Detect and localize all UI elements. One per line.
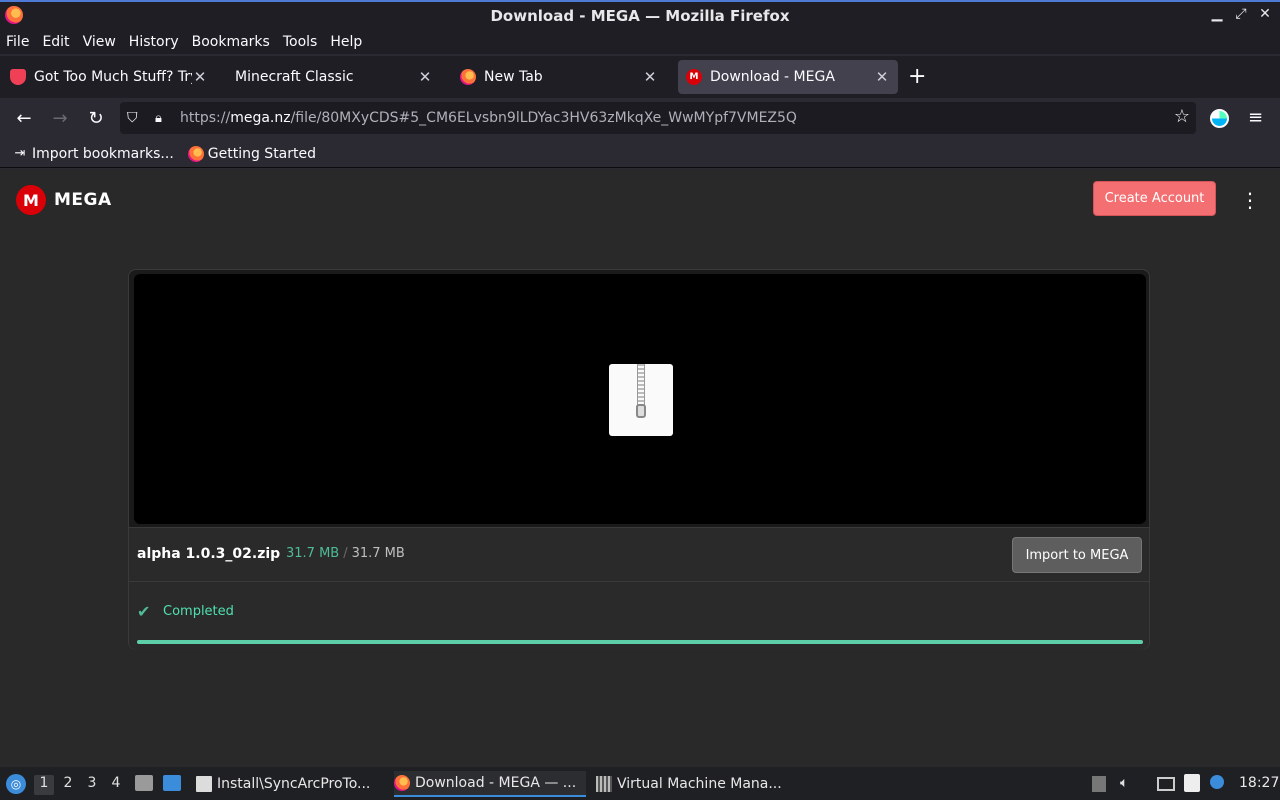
workspace-4[interactable]: 4 <box>106 775 126 795</box>
menu-bookmarks[interactable]: Bookmarks <box>192 34 270 50</box>
url-bar[interactable]: ⛉ 🔒︎ https://mega.nz/file/80MXyCDS#5_CM6… <box>120 102 1196 134</box>
close-icon[interactable]: ✕ <box>1258 6 1272 22</box>
mega-logo-icon: M <box>16 185 46 215</box>
progress-fill <box>137 640 1143 644</box>
desktop-icon[interactable] <box>163 775 181 791</box>
tray-app-icon[interactable] <box>1092 776 1106 792</box>
tab-pocket[interactable]: Got Too Much Stuff? Try T ✕ <box>2 60 216 94</box>
mega-page: M MEGA Create Account ⋮ alpha 1.0.3_02.z… <box>0 169 1280 767</box>
menu-file[interactable]: File <box>6 34 29 50</box>
more-options-icon[interactable]: ⋮ <box>1240 189 1260 211</box>
tab-label: Minecraft Classic <box>235 69 354 85</box>
bookmark-getting-started[interactable]: Getting Started <box>187 145 317 162</box>
check-icon: ✔ <box>137 602 151 621</box>
volume-icon[interactable]: 🔈︎ <box>1120 775 1128 791</box>
file-size: 31.7 MB/31.7 MB <box>286 546 405 561</box>
hamburger-menu-icon[interactable]: ≡ <box>1248 107 1263 128</box>
import-icon: ⇥ <box>14 145 26 161</box>
total-size: 31.7 MB <box>351 546 405 561</box>
size-separator: / <box>343 546 348 561</box>
task-virtual-machine-manager[interactable]: Virtual Machine Mana... <box>596 771 786 797</box>
tab-close-icon[interactable]: ✕ <box>642 68 658 86</box>
vm-manager-icon <box>596 776 612 792</box>
clipboard-icon[interactable] <box>1184 774 1200 792</box>
tab-label: New Tab <box>484 69 543 85</box>
downloaded-size: 31.7 MB <box>286 546 340 561</box>
clock: 18:27 <box>1239 775 1280 791</box>
task-install-document[interactable]: Install\SyncArcProTo... <box>196 771 382 797</box>
menu-bar: File Edit View History Bookmarks Tools H… <box>0 30 1280 54</box>
bookmark-label: Getting Started <box>207 145 317 162</box>
mega-logo-text: MEGA <box>54 190 112 210</box>
menu-view[interactable]: View <box>83 34 116 50</box>
tab-new-tab[interactable]: New Tab ✕ <box>452 60 666 94</box>
firefox-icon <box>460 69 476 85</box>
reload-button[interactable]: ↻ <box>85 108 107 129</box>
download-status-row: ✔ Completed <box>129 582 1149 650</box>
file-info-row: alpha 1.0.3_02.zip 31.7 MB/31.7 MB Impor… <box>129 527 1149 582</box>
firefox-icon <box>187 145 204 162</box>
import-to-mega-button[interactable]: Import to MEGA <box>1012 537 1142 573</box>
maximize-icon[interactable]: ⤢ <box>1234 6 1248 22</box>
window-controls: ▁ ⤢ ✕ <box>1210 6 1272 22</box>
taskbar: ◎ 1 2 3 4 Install\SyncArcProTo... Downlo… <box>0 767 1280 800</box>
pocket-icon <box>10 69 26 85</box>
tab-close-icon[interactable]: ✕ <box>874 68 890 86</box>
url-text[interactable]: https://mega.nz/file/80MXyCDS#5_CM6ELvsb… <box>180 110 797 126</box>
task-label: Install\SyncArcProTo... <box>217 776 371 792</box>
workspace-2[interactable]: 2 <box>58 775 78 795</box>
task-label: Virtual Machine Mana... <box>617 776 782 792</box>
firefox-icon <box>394 775 410 791</box>
bookmark-label: Import bookmarks... <box>32 145 174 162</box>
workspace-3[interactable]: 3 <box>82 775 102 795</box>
tab-download-mega[interactable]: M Download - MEGA ✕ <box>678 60 898 94</box>
tab-label: Got Too Much Stuff? Try T <box>34 69 192 85</box>
notification-icon[interactable] <box>1210 775 1224 789</box>
lock-icon[interactable]: 🔒︎ <box>155 111 169 126</box>
bookmark-import[interactable]: ⇥ Import bookmarks... <box>12 146 174 162</box>
workspace-1[interactable]: 1 <box>34 775 54 795</box>
navigation-bar: ← → ↻ ⛉ 🔒︎ https://mega.nz/file/80MXyCDS… <box>0 98 1280 140</box>
file-preview <box>134 274 1146 524</box>
shield-icon[interactable]: ⛉ <box>127 110 143 126</box>
status-text: Completed <box>163 604 234 619</box>
tab-minecraft[interactable]: Minecraft Classic ✕ <box>227 60 441 94</box>
window-titlebar: Download - MEGA — Mozilla Firefox ▁ ⤢ ✕ <box>0 0 1280 30</box>
start-menu-icon[interactable]: ◎ <box>6 774 26 794</box>
file-manager-icon[interactable] <box>135 775 153 791</box>
task-label: Download - MEGA — ... <box>415 775 577 791</box>
zipper-pull-graphic <box>636 404 646 418</box>
tab-label: Download - MEGA <box>710 69 835 85</box>
menu-help[interactable]: Help <box>330 34 362 50</box>
file-name: alpha 1.0.3_02.zip <box>137 546 281 562</box>
minimize-icon[interactable]: ▁ <box>1210 6 1224 22</box>
bookmarks-bar: ⇥ Import bookmarks... Getting Started <box>0 140 1280 168</box>
bookmark-star-icon[interactable]: ☆ <box>1174 106 1190 127</box>
progress-bar <box>137 640 1143 644</box>
tab-bar: Got Too Much Stuff? Try T ✕ Minecraft Cl… <box>0 56 1280 98</box>
tab-close-icon[interactable]: ✕ <box>417 68 433 86</box>
display-icon[interactable] <box>1157 777 1175 791</box>
new-tab-button[interactable]: + <box>908 64 926 89</box>
zip-file-icon <box>609 364 673 436</box>
firefox-icon <box>5 6 23 24</box>
mega-logo[interactable]: M MEGA <box>16 185 112 215</box>
tab-close-icon[interactable]: ✕ <box>192 68 208 86</box>
mega-icon: M <box>686 69 702 85</box>
account-icon[interactable] <box>1210 109 1229 128</box>
menu-tools[interactable]: Tools <box>283 34 318 50</box>
download-card: alpha 1.0.3_02.zip 31.7 MB/31.7 MB Impor… <box>128 269 1150 650</box>
menu-history[interactable]: History <box>129 34 179 50</box>
task-firefox-mega[interactable]: Download - MEGA — ... <box>394 771 586 797</box>
document-icon <box>196 776 212 792</box>
back-button[interactable]: ← <box>13 108 35 129</box>
forward-button[interactable]: → <box>49 108 71 129</box>
create-account-button[interactable]: Create Account <box>1093 181 1216 216</box>
menu-edit[interactable]: Edit <box>42 34 69 50</box>
window-title: Download - MEGA — Mozilla Firefox <box>490 7 790 25</box>
